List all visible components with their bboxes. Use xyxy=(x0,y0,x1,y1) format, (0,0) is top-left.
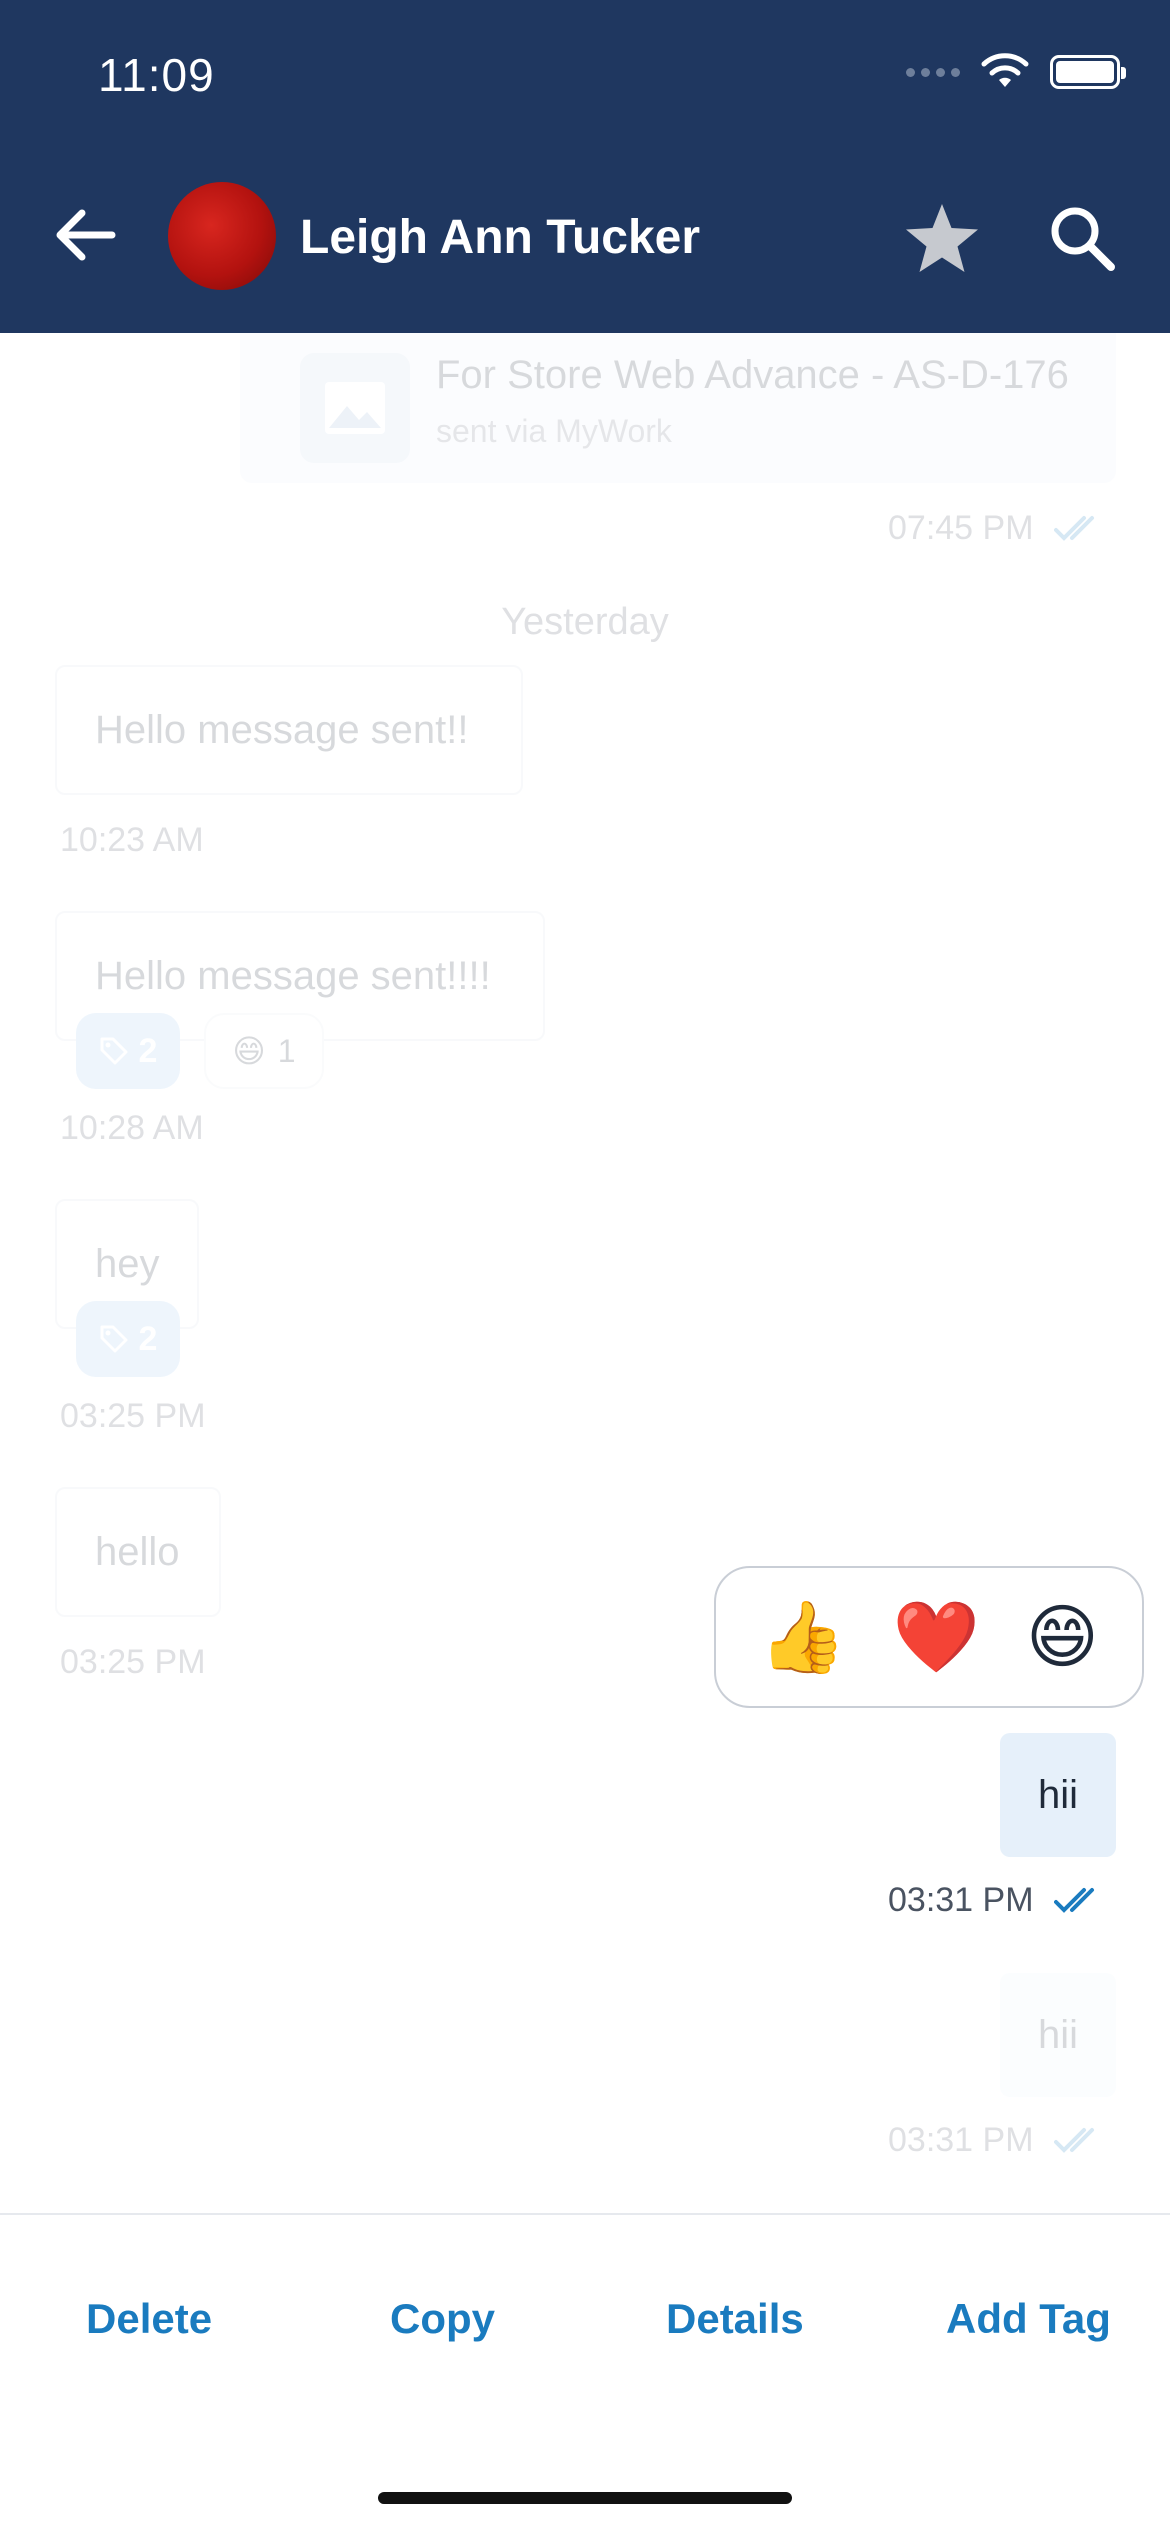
attachment-subtitle: sent via MyWork xyxy=(436,413,672,449)
grin-reaction[interactable]: 😄 xyxy=(1026,1602,1099,1672)
delete-button[interactable]: Delete xyxy=(86,2295,212,2343)
contact-name[interactable]: Leigh Ann Tucker xyxy=(300,210,700,265)
message-time: 03:25 PM xyxy=(60,1397,206,1435)
double-check-icon xyxy=(1053,1887,1094,1913)
back-arrow-icon xyxy=(56,209,116,261)
back-button[interactable] xyxy=(44,200,124,270)
incoming-message[interactable]: hello xyxy=(55,1487,221,1617)
chat-thread[interactable]: For Store Web Advance - AS-D-176 sent vi… xyxy=(0,333,1170,2213)
app-header: 11:09 Leigh Ann Tucker xyxy=(0,0,1170,333)
battery-icon xyxy=(1050,55,1126,89)
image-thumbnail xyxy=(300,353,410,463)
tag-chip[interactable]: 2 xyxy=(76,1013,180,1089)
search-icon xyxy=(1051,207,1115,271)
message-time: 03:25 PM xyxy=(60,1643,206,1681)
status-time: 11:09 xyxy=(98,49,215,101)
tag-icon xyxy=(100,1037,128,1065)
date-separator: Yesterday xyxy=(501,601,669,643)
outgoing-message[interactable]: hii xyxy=(1000,1973,1116,2097)
heart-reaction[interactable]: ❤️ xyxy=(893,1602,980,1672)
search-button[interactable] xyxy=(1040,196,1124,280)
status-indicators xyxy=(906,52,1126,92)
message-action-bar: Delete Copy Details Add Tag xyxy=(0,2213,1170,2532)
wifi-icon xyxy=(981,53,1029,87)
star-icon xyxy=(906,204,978,272)
message-time: 10:23 AM xyxy=(60,821,204,859)
selected-message[interactable]: hii xyxy=(1000,1733,1116,1857)
reaction-chip[interactable]: 😄 1 xyxy=(204,1013,324,1089)
details-button[interactable]: Details xyxy=(666,2295,804,2343)
copy-button[interactable]: Copy xyxy=(390,2295,495,2343)
contact-avatar[interactable] xyxy=(168,182,276,290)
smile-icon: 😄 xyxy=(232,1033,266,1069)
message-time: 03:31 PM xyxy=(888,2121,1104,2160)
double-check-icon xyxy=(1053,515,1094,541)
image-icon xyxy=(325,382,385,434)
thumbs-up-reaction[interactable]: 👍 xyxy=(759,1602,846,1672)
reaction-picker: 👍 ❤️ 😄 xyxy=(714,1566,1144,1708)
home-indicator[interactable] xyxy=(378,2492,792,2504)
selected-message-time: 03:31 PM xyxy=(888,1881,1104,1920)
message-time: 07:45 PM xyxy=(888,509,1104,548)
tag-chip[interactable]: 2 xyxy=(76,1301,180,1377)
star-button[interactable] xyxy=(900,196,984,280)
add-tag-button[interactable]: Add Tag xyxy=(946,2295,1111,2343)
incoming-message[interactable]: Hello message sent!! xyxy=(55,665,523,795)
tag-icon xyxy=(100,1325,128,1353)
message-time: 10:28 AM xyxy=(60,1109,204,1147)
attachment-message[interactable]: For Store Web Advance - AS-D-176 sent vi… xyxy=(240,333,1116,483)
signal-icon xyxy=(906,67,960,77)
attachment-title: For Store Web Advance - AS-D-176 xyxy=(436,353,1069,397)
double-check-icon xyxy=(1053,2127,1094,2153)
